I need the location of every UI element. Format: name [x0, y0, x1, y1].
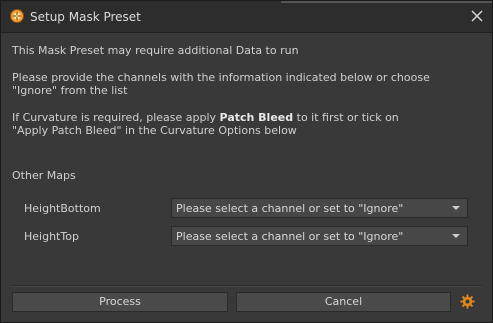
- instructions-line: Please provide the channels with the inf…: [12, 71, 430, 84]
- select-value: Please select a channel or set to "Ignor…: [176, 230, 404, 243]
- gear-icon[interactable]: [460, 294, 475, 309]
- other-maps-heading: Other Maps: [12, 169, 76, 182]
- window-title: Setup Mask Preset: [30, 10, 141, 24]
- setup-mask-preset-dialog: Setup Mask Preset This Mask Preset may r…: [0, 0, 493, 323]
- substance-painter-icon: [10, 9, 24, 23]
- cancel-button[interactable]: Cancel: [236, 292, 451, 312]
- instructions-line: "Ignore" from the list: [12, 84, 128, 97]
- close-icon[interactable]: [468, 7, 486, 25]
- height-bottom-channel-select[interactable]: Please select a channel or set to "Ignor…: [171, 198, 468, 218]
- height-top-channel-select[interactable]: Please select a channel or set to "Ignor…: [171, 226, 468, 246]
- chevron-down-icon: [452, 234, 460, 238]
- footer-divider: [11, 285, 482, 287]
- height-top-label: HeightTop: [24, 230, 79, 243]
- patch-bleed-emphasis: Patch Bleed: [219, 111, 294, 124]
- curvature-note-text: to it first or tick on: [293, 111, 399, 124]
- process-button[interactable]: Process: [12, 292, 228, 312]
- info-message-line: This Mask Preset may require additional …: [12, 44, 299, 57]
- title-bar[interactable]: Setup Mask Preset: [1, 1, 492, 33]
- title-bar-strip: [281, 1, 492, 3]
- select-value: Please select a channel or set to "Ignor…: [176, 202, 404, 215]
- height-bottom-label: HeightBottom: [24, 202, 101, 215]
- chevron-down-icon: [452, 206, 460, 210]
- curvature-note-text: If Curvature is required, please apply: [12, 111, 220, 124]
- curvature-note-line: "Apply Patch Bleed" in the Curvature Opt…: [12, 124, 297, 137]
- curvature-note-line: If Curvature is required, please apply P…: [12, 111, 399, 124]
